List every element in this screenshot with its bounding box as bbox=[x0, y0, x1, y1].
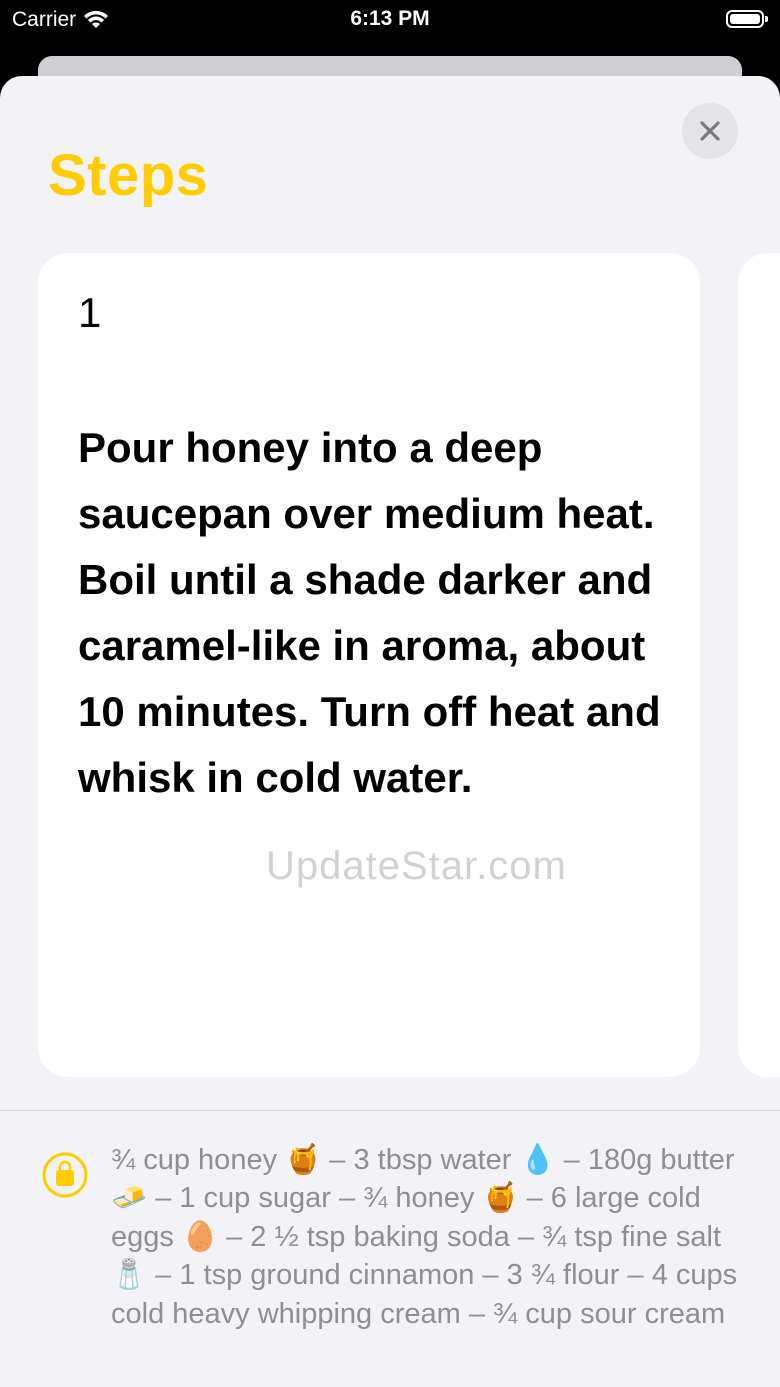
page-title: Steps bbox=[48, 143, 209, 208]
steps-sheet: Steps 1 Pour honey into a deep saucepan … bbox=[0, 76, 780, 1387]
watermark: UpdateStar.com bbox=[266, 844, 567, 888]
step-number: 1 bbox=[78, 289, 102, 336]
close-button[interactable] bbox=[682, 103, 738, 159]
battery-icon bbox=[726, 10, 768, 28]
ingredients-list: ¾ cup honey 🍯 – 3 tbsp water 💧 – 180g bu… bbox=[111, 1144, 738, 1330]
next-step-card[interactable] bbox=[738, 253, 780, 1077]
step-card[interactable]: 1 Pour honey into a deep saucepan over m… bbox=[38, 253, 700, 1077]
step-instruction: Pour honey into a deep saucepan over med… bbox=[78, 424, 661, 801]
status-time: 6:13 PM bbox=[350, 7, 430, 30]
shopping-bag-icon[interactable] bbox=[41, 1151, 89, 1199]
ingredients-bar: ¾ cup honey 🍯 – 3 tbsp water 💧 – 180g bu… bbox=[0, 1110, 780, 1387]
xmark-icon bbox=[700, 121, 720, 141]
status-bar: Carrier 6:13 PM bbox=[0, 0, 780, 56]
